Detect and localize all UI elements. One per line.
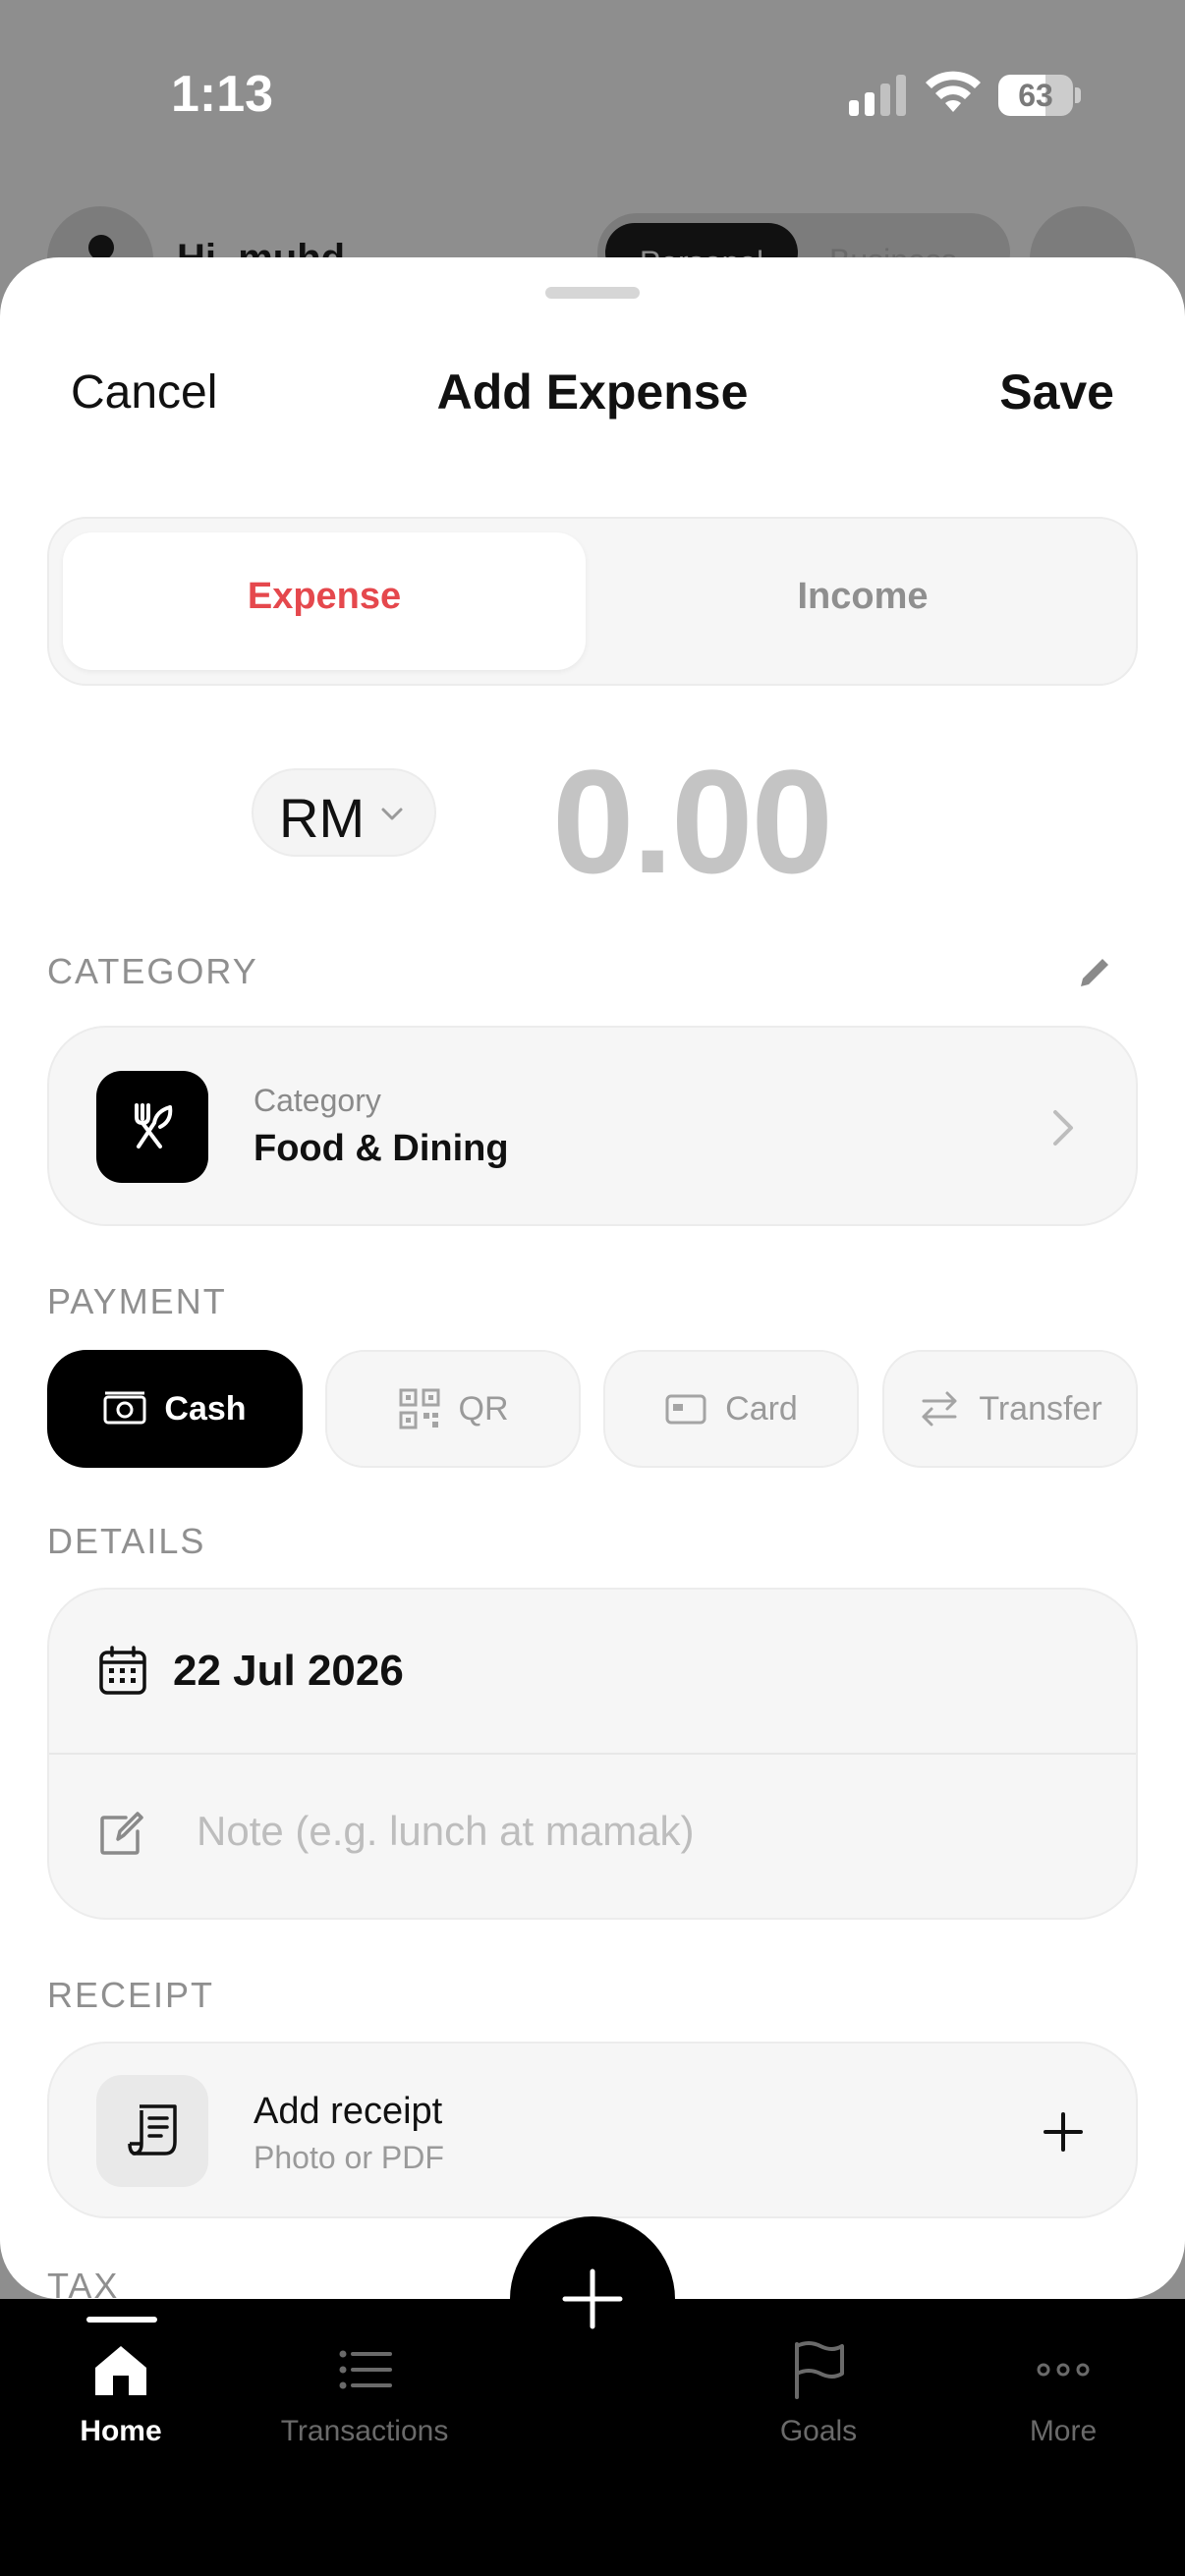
status-time: 1:13 — [171, 66, 274, 123]
calendar-icon — [99, 1646, 146, 1695]
add-receipt-button[interactable]: Add receipt Photo or PDF — [47, 2042, 1138, 2218]
tab-goals-label: Goals — [779, 2415, 858, 2447]
payment-card-label: Card — [725, 1389, 798, 1428]
utensils-icon — [135, 1103, 173, 1148]
chevron-down-icon — [381, 808, 403, 820]
details-section-label: DETAILS — [47, 1521, 206, 1561]
sheet-grabber[interactable] — [545, 287, 640, 299]
chevron-right-icon — [1053, 1110, 1073, 1146]
plus-icon — [1044, 2112, 1083, 2152]
category-value: Food & Dining — [254, 1128, 509, 1169]
list-icon — [339, 2350, 392, 2389]
tab-transactions[interactable]: Transactions — [252, 2338, 478, 2476]
tab-transactions-label: Transactions — [280, 2415, 449, 2447]
payment-cash-button[interactable]: Cash — [47, 1350, 303, 1468]
receipt-icon-box — [96, 2075, 208, 2187]
qr-icon — [399, 1388, 439, 1429]
currency-picker[interactable]: RM — [252, 768, 436, 857]
transfer-icon — [922, 1391, 957, 1427]
flag-icon — [795, 2341, 844, 2399]
receipt-section-label: RECEIPT — [47, 1975, 215, 2015]
tab-home[interactable]: Home — [8, 2338, 234, 2476]
payment-qr-label: QR — [458, 1389, 509, 1428]
receipt-title: Add receipt — [254, 2091, 443, 2132]
details-card: 22 Jul 2026 — [47, 1588, 1138, 1920]
segment-expense[interactable]: Expense — [63, 576, 586, 618]
edit-icon[interactable] — [1075, 953, 1114, 992]
details-divider — [49, 1753, 1136, 1755]
more-icon — [1037, 2363, 1090, 2377]
tab-more[interactable]: More — [950, 2338, 1176, 2476]
plus-icon — [562, 2268, 623, 2329]
note-input[interactable] — [197, 1802, 1081, 1861]
cancel-button[interactable]: Cancel — [71, 365, 217, 420]
tab-goals[interactable]: Goals — [705, 2338, 931, 2476]
battery-level: 63 — [1018, 78, 1053, 113]
payment-card-button[interactable]: Card — [603, 1350, 859, 1468]
receipt-icon — [128, 2104, 177, 2156]
payment-methods: Cash QR Card Transfer — [47, 1350, 1138, 1468]
category-section-label: CATEGORY — [47, 951, 258, 991]
battery-indicator: 63 — [998, 75, 1081, 116]
tax-section-label: TAX — [47, 2266, 120, 2299]
category-selector[interactable]: Category Food & Dining — [47, 1026, 1138, 1226]
payment-transfer-button[interactable]: Transfer — [882, 1350, 1138, 1468]
payment-section-label: PAYMENT — [47, 1281, 227, 1321]
note-edit-icon — [100, 1812, 143, 1855]
payment-cash-label: Cash — [164, 1389, 247, 1428]
status-bar: 1:13 63 — [0, 0, 1185, 196]
tab-home-label: Home — [80, 2415, 162, 2447]
add-expense-sheet: Add Expense Cancel Save Expense Income R… — [0, 257, 1185, 2299]
cellular-signal-icon — [849, 75, 906, 116]
payment-qr-button[interactable]: QR — [325, 1350, 581, 1468]
amount-display[interactable]: 0.00 — [552, 737, 833, 907]
cash-icon — [103, 1391, 146, 1425]
payment-transfer-label: Transfer — [979, 1389, 1102, 1428]
tab-more-label: More — [1029, 2415, 1098, 2447]
segment-income[interactable]: Income — [601, 576, 1124, 618]
type-segmented-control: Expense Income — [47, 517, 1138, 686]
add-transaction-fab[interactable] — [510, 2216, 675, 2381]
wifi-icon — [926, 71, 981, 112]
save-button[interactable]: Save — [999, 364, 1114, 420]
category-caption: Category — [254, 1083, 381, 1118]
home-icon — [95, 2346, 146, 2395]
card-icon — [665, 1394, 706, 1425]
category-icon-box — [96, 1071, 208, 1183]
date-field[interactable]: 22 Jul 2026 — [173, 1647, 404, 1696]
receipt-subtitle: Photo or PDF — [254, 2140, 444, 2175]
currency-code: RM — [279, 787, 366, 849]
tab-active-indicator — [86, 2317, 157, 2323]
